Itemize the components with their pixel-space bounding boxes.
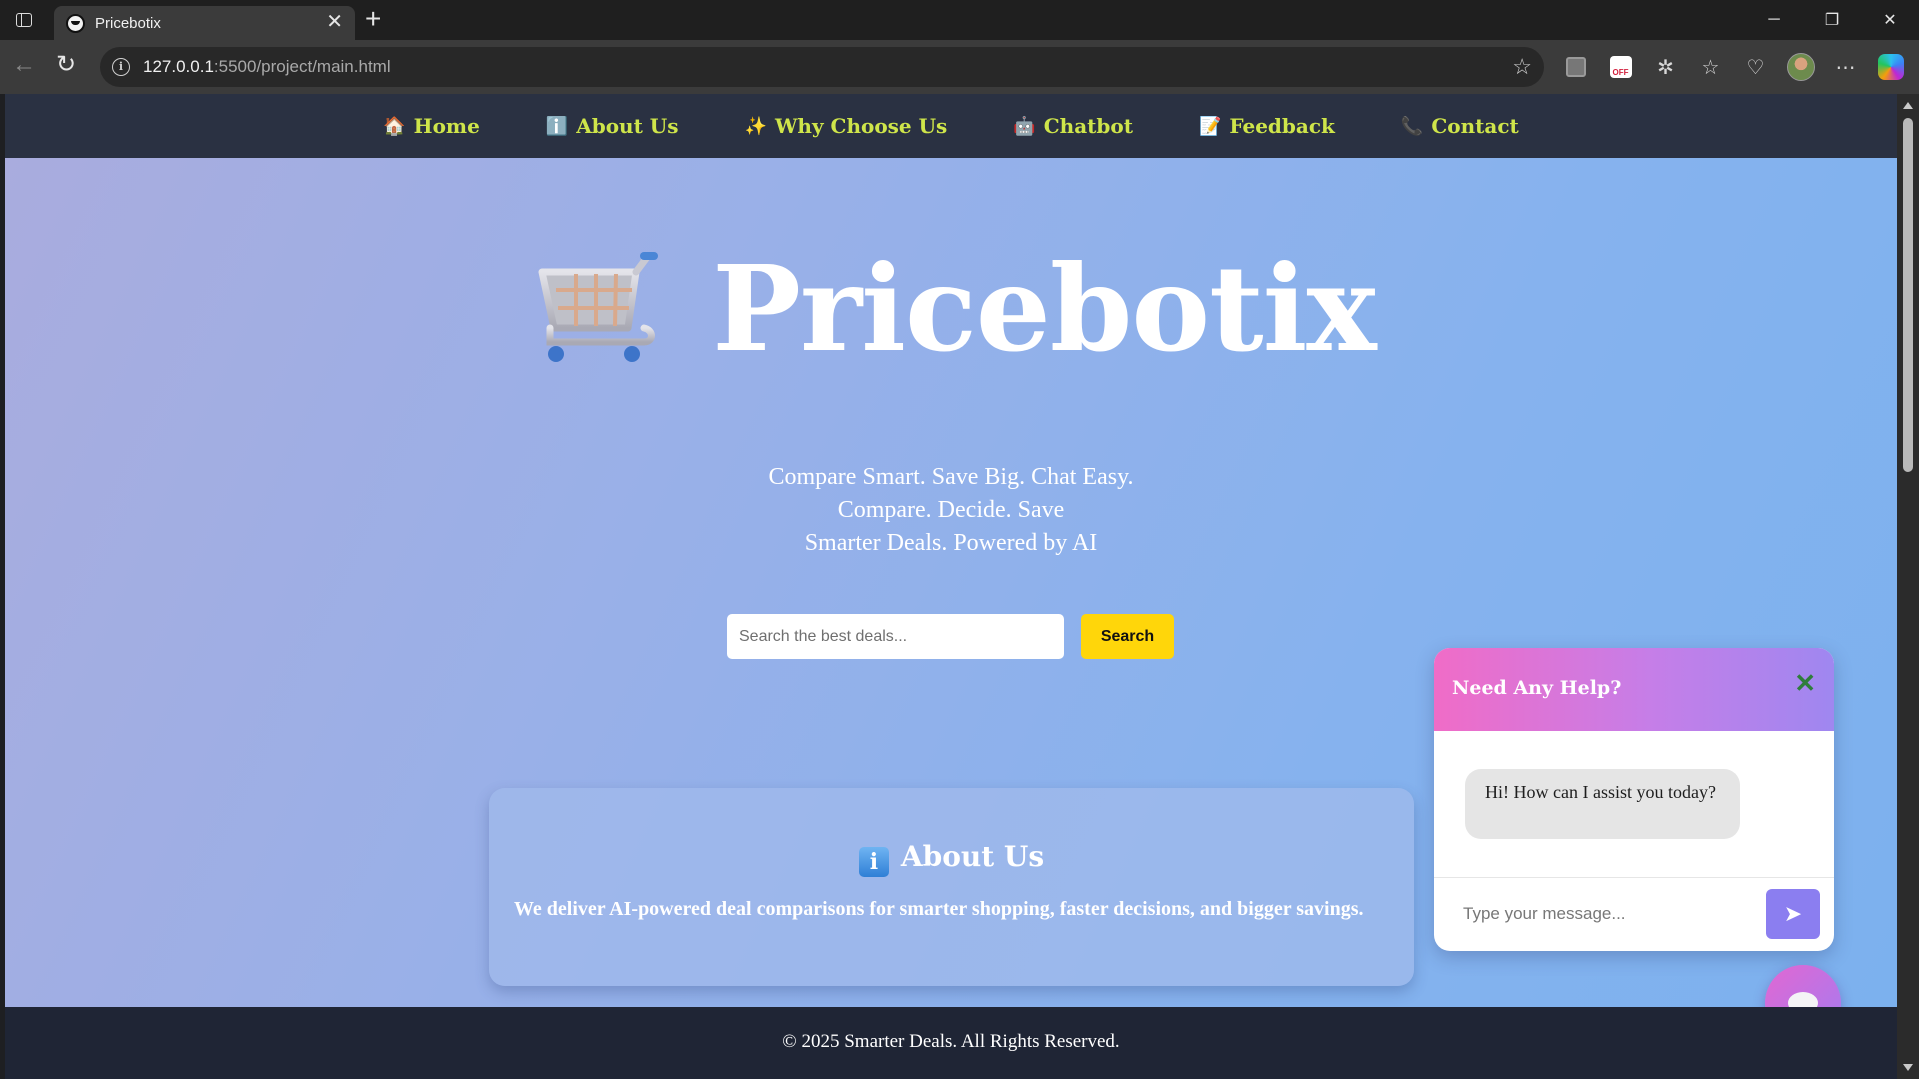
copilot-icon[interactable] <box>1868 51 1913 83</box>
extension-icons: OFF ✲ ☆ ♡ ⋯ <box>1553 51 1913 83</box>
about-card: i About Us We deliver AI-powered deal com… <box>489 788 1414 986</box>
favicon-icon <box>66 14 85 33</box>
site-footer: © 2025 Smarter Deals. All Rights Reserve… <box>5 1007 1897 1079</box>
minimize-icon[interactable]: ─ <box>1745 0 1803 40</box>
phone-icon: 📞 <box>1400 115 1424 137</box>
chat-send-button[interactable]: ➤ <box>1766 889 1820 939</box>
puzzle-extensions-icon[interactable]: ✲ <box>1643 51 1688 83</box>
chat-window: Need Any Help? ✕ Hi! How can I assist yo… <box>1434 648 1834 951</box>
nav-about-link[interactable]: ℹ️ About Us <box>546 114 679 138</box>
shopping-cart-icon <box>538 252 659 362</box>
window-controls: ─ ❐ ✕ <box>1745 0 1919 40</box>
scroll-up-arrow-icon[interactable] <box>1903 102 1913 109</box>
more-menu-icon[interactable]: ⋯ <box>1823 51 1868 83</box>
search-button[interactable]: Search <box>1081 614 1174 659</box>
page-scrollbar[interactable] <box>1897 94 1919 1079</box>
brand-header: Pricebotix <box>5 244 1897 374</box>
browser-toolbar: ← ↻ i 127.0.0.1:5500/project/main.html ☆… <box>0 40 1919 94</box>
chat-divider <box>1434 877 1834 878</box>
chat-close-icon[interactable]: ✕ <box>1794 668 1816 698</box>
brand-title: Pricebotix <box>712 239 1377 378</box>
chat-header: Need Any Help? ✕ <box>1434 648 1834 731</box>
nav-home-link[interactable]: 🏠 Home <box>383 114 480 138</box>
favorites-icon[interactable]: ☆ <box>1688 51 1733 83</box>
reload-icon[interactable]: ↻ <box>56 52 76 78</box>
tab-title: Pricebotix <box>95 15 161 32</box>
page-viewport: 🏠 Home ℹ️ About Us ✨ Why Choose Us 🤖 Chatbot… <box>5 94 1897 1079</box>
info-icon: ℹ️ <box>545 115 569 137</box>
tagline-line: Compare. Decide. Save <box>837 497 1065 523</box>
chat-title: Need Any Help? <box>1452 677 1622 699</box>
chat-message-input[interactable] <box>1450 892 1750 936</box>
back-arrow-icon[interactable]: ← <box>12 53 36 77</box>
extension-off-icon[interactable]: OFF <box>1598 51 1643 83</box>
browser-tab[interactable]: Pricebotix ✕ <box>54 6 355 40</box>
browser-essentials-icon[interactable]: ♡ <box>1733 51 1778 83</box>
bot-message: Hi! How can I assist you today? <box>1465 769 1740 839</box>
site-nav: 🏠 Home ℹ️ About Us ✨ Why Choose Us 🤖 Chatbot… <box>5 94 1897 158</box>
nav-contact-link[interactable]: 📞 Contact <box>1401 114 1519 138</box>
info-icon: i <box>858 847 889 877</box>
nav-why-choose-us-link[interactable]: ✨ Why Choose Us <box>745 114 948 138</box>
site-info-icon[interactable]: i <box>112 58 130 76</box>
sparkles-icon: ✨ <box>744 115 767 137</box>
tagline: Compare Smart. Save Big. Chat Easy. Comp… <box>5 460 1897 559</box>
nav-chatbot-link[interactable]: 🤖 Chatbot <box>1013 114 1133 138</box>
sidebar-toggle-icon[interactable] <box>12 9 36 31</box>
search-bar: Search <box>727 614 1174 659</box>
scrollbar-thumb[interactable] <box>1903 118 1913 472</box>
home-icon: 🏠 <box>383 115 406 137</box>
scroll-down-arrow-icon[interactable] <box>1903 1064 1913 1071</box>
memo-icon: 📝 <box>1198 115 1222 137</box>
restore-icon[interactable]: ❐ <box>1803 0 1861 40</box>
search-input[interactable] <box>727 614 1064 659</box>
hero-section: Pricebotix Compare Smart. Save Big. Chat… <box>5 158 1897 1041</box>
tagline-line: Compare Smart. Save Big. Chat Easy. <box>768 464 1134 490</box>
extension-icon[interactable] <box>1553 51 1598 83</box>
url-text[interactable]: 127.0.0.1:5500/project/main.html <box>143 57 391 77</box>
tagline-line: Smarter Deals. Powered by AI <box>804 530 1098 556</box>
browser-titlebar: Pricebotix ✕ + ─ ❐ ✕ <box>0 0 1919 40</box>
about-text: We deliver AI-powered deal comparisons f… <box>514 898 1364 920</box>
nav-feedback-link[interactable]: 📝 Feedback <box>1199 114 1335 138</box>
footer-text: © 2025 Smarter Deals. All Rights Reserve… <box>782 1031 1120 1052</box>
address-bar[interactable]: i 127.0.0.1:5500/project/main.html ☆ <box>100 47 1544 87</box>
window-close-icon[interactable]: ✕ <box>1861 0 1919 40</box>
new-tab-button[interactable]: + <box>365 4 381 34</box>
bookmark-star-icon[interactable]: ☆ <box>1512 54 1532 80</box>
tab-close-icon[interactable]: ✕ <box>326 12 343 32</box>
robot-icon: 🤖 <box>1013 115 1036 137</box>
profile-avatar-icon[interactable] <box>1778 51 1823 83</box>
about-heading: i About Us <box>489 840 1414 877</box>
